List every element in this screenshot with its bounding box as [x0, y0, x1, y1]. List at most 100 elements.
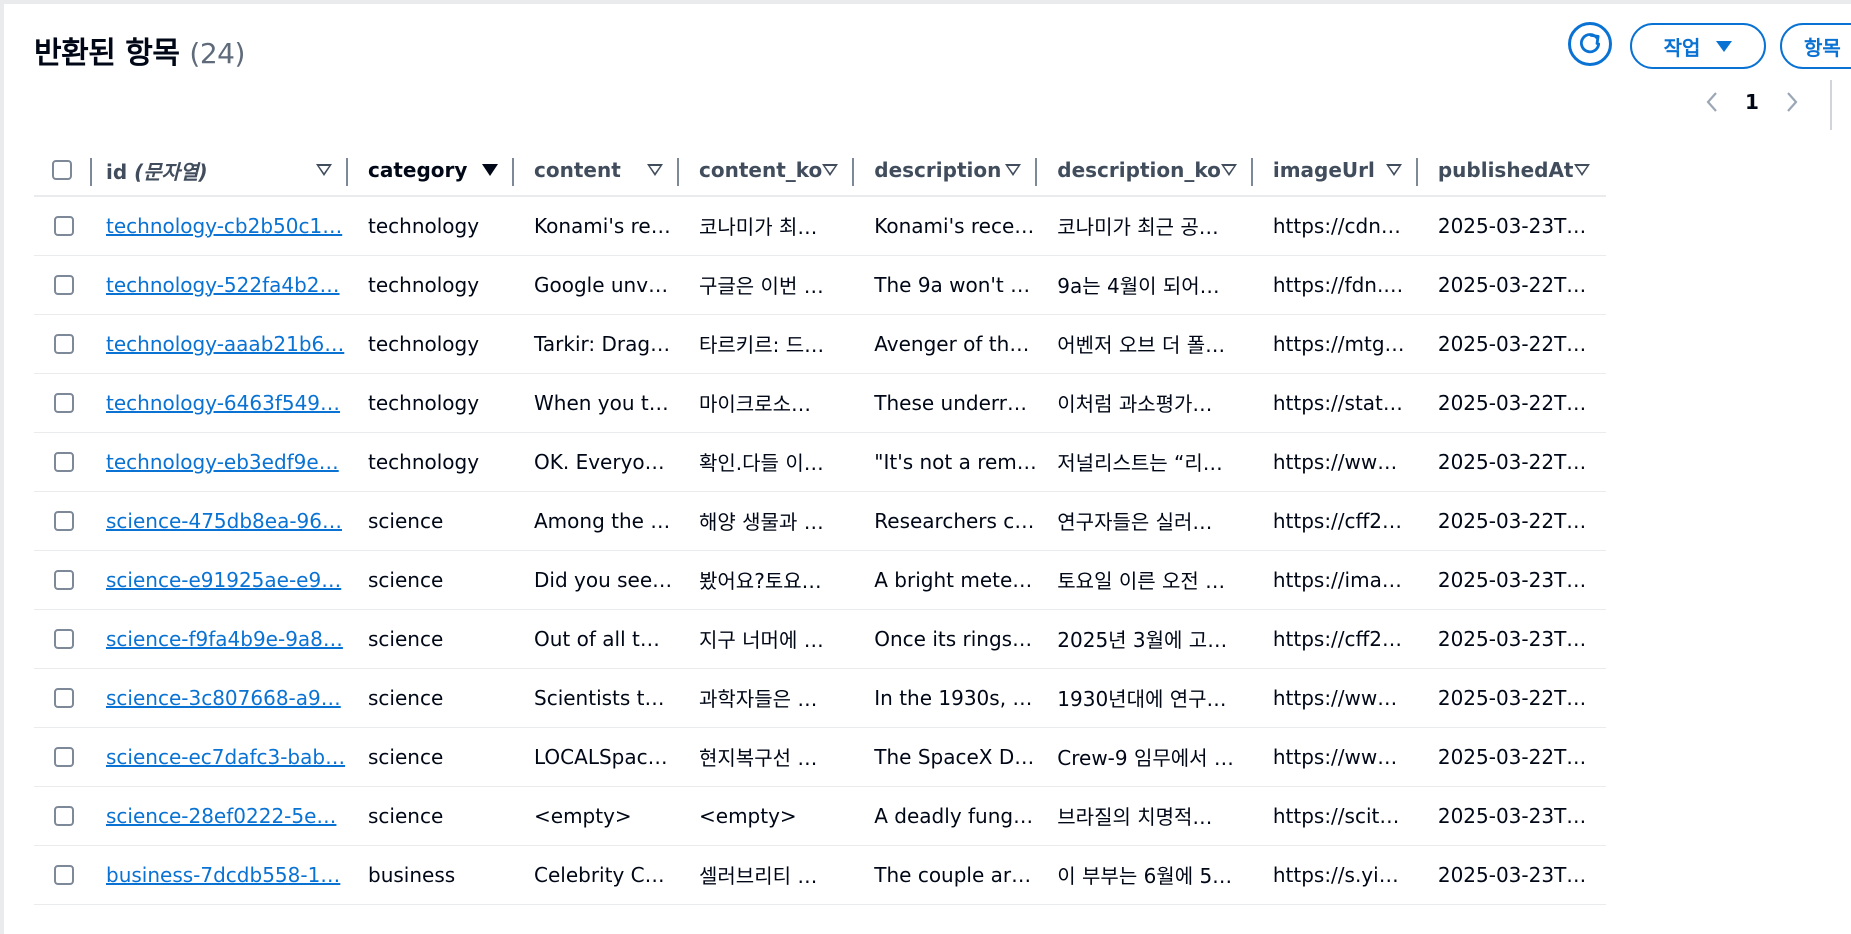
table-row: science-ec7dafc3-bab… science LOCALSpac… 현지…	[34, 727, 1606, 787]
item-id-link[interactable]: science-ec7dafc3-bab…	[106, 745, 348, 769]
column-header-publishedat[interactable]: publishedAt	[1417, 145, 1606, 197]
caret-down-icon	[1716, 40, 1733, 52]
item-id-link[interactable]: technology-eb3edf9e…	[106, 450, 348, 474]
row-checkbox[interactable]	[54, 805, 74, 826]
row-select-cell	[34, 432, 92, 492]
cell-imageurl: https://cdn…	[1252, 196, 1418, 256]
row-select-cell	[34, 609, 92, 669]
cell-category: science	[348, 727, 514, 787]
column-header-category[interactable]: category	[348, 145, 514, 197]
table-row: business-7dcdb558-1… business Celebrity C……	[34, 845, 1606, 905]
cell-imageurl: https://cff2…	[1252, 491, 1418, 551]
row-checkbox[interactable]	[54, 333, 74, 354]
cell-description: The SpaceX D…	[854, 727, 1038, 787]
cell-description-ko: 브라질의 치명적…	[1037, 786, 1253, 846]
select-all-checkbox[interactable]	[52, 160, 72, 180]
cell-description: Researchers cl…	[854, 491, 1038, 551]
chevron-left-icon[interactable]	[1705, 91, 1719, 113]
sort-icon[interactable]	[1573, 164, 1590, 176]
cell-imageurl: https://mtg…	[1252, 314, 1418, 374]
row-checkbox[interactable]	[54, 628, 74, 649]
cell-category: technology	[348, 255, 514, 315]
item-id-link[interactable]: science-f9fa4b9e-9a8…	[106, 627, 348, 651]
cell-content: Out of all t…	[514, 609, 679, 669]
page-number[interactable]: 1	[1745, 90, 1759, 114]
row-checkbox[interactable]	[54, 392, 74, 413]
row-checkbox[interactable]	[54, 864, 74, 885]
cell-description-ko: 이 부부는 6월에 5…	[1037, 845, 1253, 905]
item-id-link[interactable]: science-e91925ae-e9…	[106, 568, 348, 592]
row-checkbox[interactable]	[54, 510, 74, 531]
row-checkbox[interactable]	[54, 451, 74, 472]
table-row: technology-6463f549… technology When you t…	[34, 373, 1606, 433]
column-header-id[interactable]: id (문자열)	[92, 145, 348, 197]
item-id-link[interactable]: technology-cb2b50c1…	[106, 214, 348, 238]
cell-publishedat: 2025-03-23T…	[1417, 196, 1606, 256]
cell-content-ko: 셀러브리티 …	[679, 845, 855, 905]
row-checkbox[interactable]	[54, 746, 74, 767]
pagination: 1	[1705, 90, 1799, 114]
column-label: publishedAt	[1437, 158, 1574, 182]
sort-icon[interactable]	[316, 164, 332, 176]
cell-content: OK. Everyo…	[514, 432, 679, 492]
sort-icon[interactable]	[1385, 164, 1402, 176]
row-checkbox[interactable]	[54, 215, 74, 236]
row-select-cell	[34, 550, 92, 610]
row-select-cell	[34, 491, 92, 551]
top-border	[0, 0, 1851, 4]
chevron-right-icon[interactable]	[1785, 91, 1799, 113]
sort-icon[interactable]	[1220, 164, 1237, 176]
cell-content-ko: 지구 너머에 …	[679, 609, 855, 669]
column-label: id (문자열)	[106, 159, 208, 184]
cell-description: In the 1930s, …	[854, 668, 1038, 728]
row-checkbox[interactable]	[54, 687, 74, 708]
row-select-cell	[34, 314, 92, 374]
cell-publishedat: 2025-03-23T…	[1417, 609, 1606, 669]
items-button[interactable]: 항목	[1780, 23, 1851, 69]
column-header-content[interactable]: content	[514, 145, 679, 197]
item-count: (24)	[189, 37, 245, 70]
cell-content: <empty>	[514, 786, 679, 846]
item-id-link[interactable]: business-7dcdb558-1…	[106, 863, 348, 887]
row-checkbox[interactable]	[54, 569, 74, 590]
cell-content: Tarkir: Drag…	[514, 314, 679, 374]
cell-imageurl: https://ww…	[1252, 668, 1418, 728]
item-id-link[interactable]: science-475db8ea-96…	[106, 509, 348, 533]
item-id-link[interactable]: science-3c807668-a9…	[106, 686, 348, 710]
column-label: description	[874, 158, 1002, 182]
item-id-link[interactable]: technology-6463f549…	[106, 391, 348, 415]
column-header-description-ko[interactable]: description_ko	[1037, 145, 1253, 197]
refresh-button[interactable]	[1568, 22, 1612, 66]
cell-imageurl: https://scit…	[1252, 786, 1418, 846]
cell-content-ko: 마이크로소…	[679, 373, 855, 433]
row-checkbox[interactable]	[54, 274, 74, 295]
cell-id: science-f9fa4b9e-9a8…	[92, 609, 348, 669]
column-header-content-ko[interactable]: content_ko	[679, 145, 855, 197]
cell-description-ko: 저널리스트는 “리…	[1037, 432, 1253, 492]
cell-content-ko: 해양 생물과 …	[679, 491, 855, 551]
cell-description-ko: Crew-9 임무에서 …	[1037, 727, 1253, 787]
cell-description-ko: 9a는 4월이 되어…	[1037, 255, 1253, 315]
item-id-link[interactable]: technology-aaab21b6…	[106, 332, 348, 356]
item-id-link[interactable]: technology-522fa4b2…	[106, 273, 348, 297]
cell-description: The couple ar…	[854, 845, 1038, 905]
sort-active-icon[interactable]	[482, 164, 498, 176]
cell-publishedat: 2025-03-22T…	[1417, 491, 1606, 551]
column-header-imageurl[interactable]: imageUrl	[1252, 145, 1418, 197]
item-id-link[interactable]: science-28ef0222-5e…	[106, 804, 348, 828]
actions-dropdown-button[interactable]: 작업	[1630, 23, 1766, 69]
pager-divider	[1830, 80, 1832, 130]
cell-content-ko: 확인.다들 이…	[679, 432, 855, 492]
cell-imageurl: https://ima…	[1252, 550, 1418, 610]
sort-icon[interactable]	[1005, 164, 1022, 176]
cell-publishedat: 2025-03-22T…	[1417, 668, 1606, 728]
cell-description: Avenger of th…	[854, 314, 1038, 374]
column-header-description[interactable]: description	[854, 145, 1038, 197]
header-select-all-cell	[34, 145, 92, 197]
cell-id: science-3c807668-a9…	[92, 668, 348, 728]
cell-category: technology	[348, 314, 514, 374]
sort-icon[interactable]	[822, 164, 839, 176]
sort-icon[interactable]	[647, 164, 663, 176]
cell-content: Konami's re…	[514, 196, 679, 256]
cell-id: technology-522fa4b2…	[92, 255, 348, 315]
